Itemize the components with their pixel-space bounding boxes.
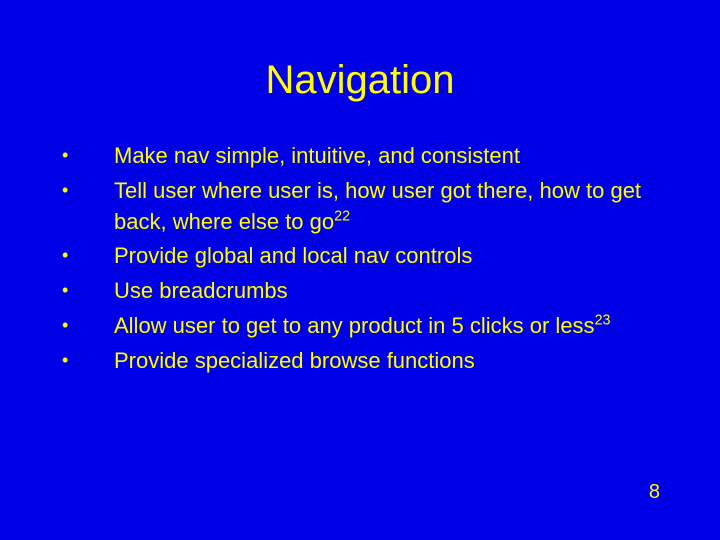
bullet-text: Make nav simple, intuitive, and consiste… bbox=[114, 141, 660, 172]
bullet-icon: • bbox=[62, 346, 114, 377]
list-item: • Tell user where user is, how user got … bbox=[62, 176, 660, 238]
bullet-text: Tell user where user is, how user got th… bbox=[114, 176, 660, 238]
list-item: • Make nav simple, intuitive, and consis… bbox=[62, 141, 660, 172]
list-item: • Provide global and local nav controls bbox=[62, 241, 660, 272]
bullet-text: Provide global and local nav controls bbox=[114, 241, 660, 272]
list-item: • Provide specialized browse functions bbox=[62, 346, 660, 377]
bullet-icon: • bbox=[62, 241, 114, 272]
bullet-icon: • bbox=[62, 276, 114, 307]
bullet-icon: • bbox=[62, 176, 114, 238]
page-number: 8 bbox=[649, 481, 660, 504]
bullet-icon: • bbox=[62, 311, 114, 342]
slide-body: • Make nav simple, intuitive, and consis… bbox=[0, 141, 720, 377]
bullet-text: Allow user to get to any product in 5 cl… bbox=[114, 311, 660, 342]
bullet-icon: • bbox=[62, 141, 114, 172]
bullet-text: Provide specialized browse functions bbox=[114, 346, 660, 377]
bullet-text: Use breadcrumbs bbox=[114, 276, 660, 307]
list-item: • Allow user to get to any product in 5 … bbox=[62, 311, 660, 342]
list-item: • Use breadcrumbs bbox=[62, 276, 660, 307]
slide-title: Navigation bbox=[0, 0, 720, 141]
